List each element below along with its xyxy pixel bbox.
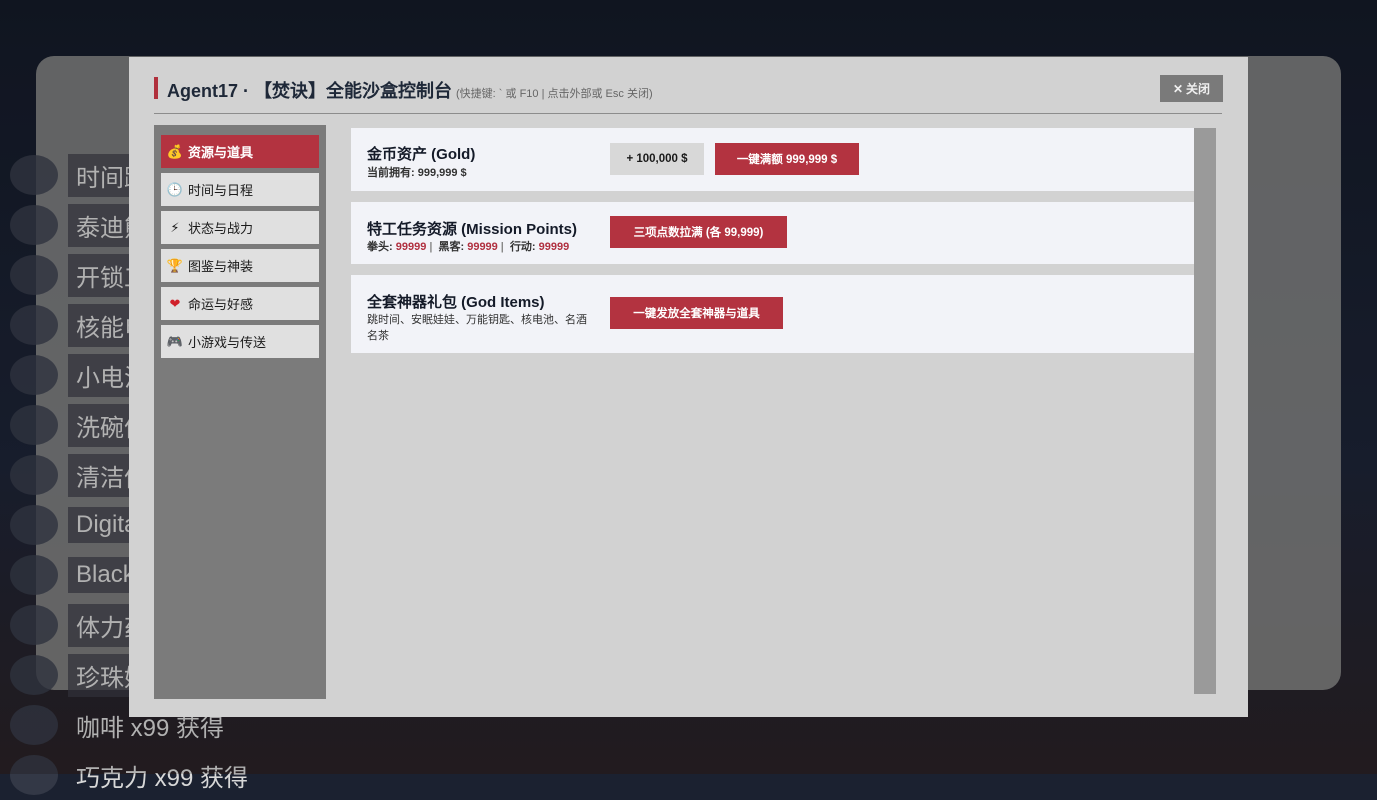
gold-owned-value: 999,999 $ [417,167,467,179]
god-items-card: 全套神器礼包 (God Items) 跳时间、安眠娃娃、万能钥匙、核电池、名酒 … [351,275,1194,353]
gold-owned-label: 当前拥有: [367,167,415,179]
modal-title: Agent17 · 【焚诀】全能沙盒控制台 (快捷键: ` 或 F10 | 点击外… [167,77,653,103]
max-gold-button[interactable]: 一键满额 999,999 $ [715,143,859,175]
action-label: 行动: [509,241,536,253]
fist-label: 拳头: [367,241,393,253]
god-items-title: 全套神器礼包 (God Items) [367,294,545,311]
category-sidebar: 💰 资源与道具 🕒 时间与日程 ⚡ 状态与战力 🏆 图鉴与神装 ❤ 命运与好感 … [154,125,326,699]
nav-status-power[interactable]: ⚡ 状态与战力 [161,211,319,244]
gold-owned: 当前拥有: 999,999 $ [367,164,467,180]
nav-time-schedule[interactable]: 🕒 时间与日程 [161,173,319,206]
hacker-value: 99999 [467,241,498,253]
close-label: 关闭 [1186,82,1211,96]
god-items-description: 名茶 [367,330,389,342]
max-mission-points-button[interactable]: 三项点数拉满 (各 99,999) [610,216,787,248]
add-gold-button[interactable]: + 100,000 $ [610,143,704,175]
nav-minigames-teleport[interactable]: 🎮 小游戏与传送 [161,325,319,358]
lightning-icon: ⚡ [170,219,180,235]
gold-card: 金币资产 (Gold) 当前拥有: 999,999 $ + 100,000 $ … [351,128,1194,191]
title-accent-bar [154,77,158,99]
nav-resources-items[interactable]: 💰 资源与道具 [161,135,319,168]
clock-icon: 🕒 [166,181,184,197]
sandbox-console-modal: Agent17 · 【焚诀】全能沙盒控制台 (快捷键: ` 或 F10 | 点击外… [129,57,1248,717]
separator: | [429,241,433,253]
fist-value: 99999 [395,241,427,253]
gold-title: 金币资产 (Gold) [367,146,476,163]
nav-codex-gear[interactable]: 🏆 图鉴与神装 [161,249,319,282]
nav-label: 命运与好感 [188,297,254,312]
hacker-label: 黑客: [438,241,465,253]
nav-label: 状态与战力 [188,221,254,236]
close-icon: ✕ [1172,81,1184,96]
action-value: 99999 [538,241,570,253]
modal-header: Agent17 · 【焚诀】全能沙盒控制台 (快捷键: ` 或 F10 | 点击外… [154,75,1222,114]
close-button[interactable]: ✕ 关闭 [1160,75,1223,102]
content-scrollbar[interactable] [1194,128,1216,694]
gamepad-icon: 🎮 [166,333,184,349]
modal-title-text: Agent17 · 【焚诀】全能沙盒控制台 [167,81,453,101]
nav-fate-affection[interactable]: ❤ 命运与好感 [161,287,319,320]
heart-icon: ❤ [169,295,181,311]
nav-label: 小游戏与传送 [188,335,267,350]
separator: | [500,241,504,253]
shortcut-hint: (快捷键: ` 或 F10 | 点击外部或 Esc 关闭) [456,88,653,100]
nav-label: 图鉴与神装 [188,259,254,274]
god-items-description: 跳时间、安眠娃娃、万能钥匙、核电池、名酒 [367,314,587,326]
issue-god-items-button[interactable]: 一键发放全套神器与道具 [610,297,783,329]
mission-points-card: 特工任务资源 (Mission Points) 拳头: 99999 | 黑客: 9… [351,202,1194,264]
trophy-icon: 🏆 [166,257,184,273]
nav-label: 资源与道具 [188,145,254,160]
nav-label: 时间与日程 [188,183,254,198]
money-bag-icon: 💰 [166,143,184,159]
mission-title: 特工任务资源 (Mission Points) [367,221,578,238]
mission-points-values: 拳头: 99999 | 黑客: 99999 | 行动: 99999 [367,238,569,254]
resources-content-panel: 金币资产 (Gold) 当前拥有: 999,999 $ + 100,000 $ … [351,128,1194,694]
